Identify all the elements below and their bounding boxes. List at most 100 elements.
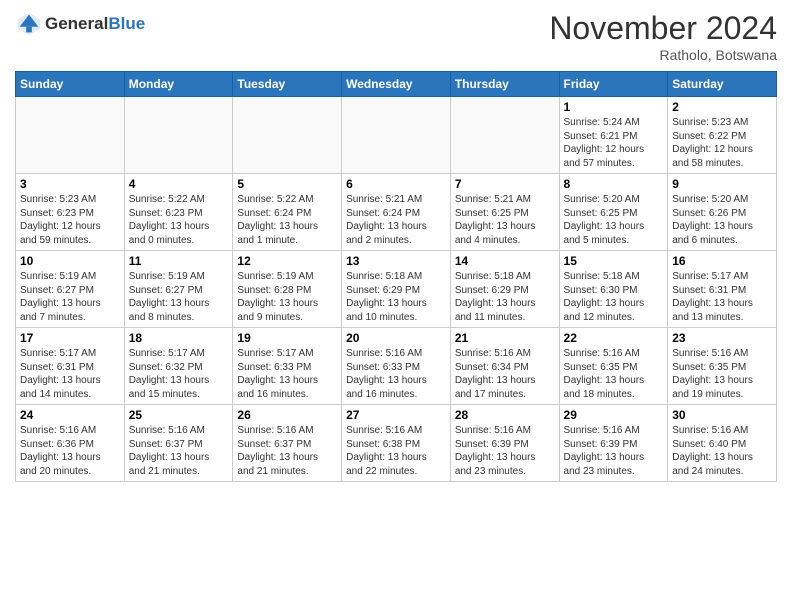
day-info: Sunrise: 5:24 AMSunset: 6:21 PMDaylight:… (564, 116, 664, 170)
day-number: 2 (672, 100, 772, 114)
day-number: 7 (455, 177, 555, 191)
logo-blue: Blue (108, 14, 145, 33)
day-number: 11 (129, 254, 229, 268)
calendar-cell: 14 Sunrise: 5:18 AMSunset: 6:29 PMDayligh… (450, 251, 559, 328)
day-number: 12 (237, 254, 337, 268)
day-info: Sunrise: 5:19 AMSunset: 6:27 PMDaylight:… (20, 270, 120, 324)
calendar-cell: 9Sunrise: 5:20 AMSunset: 6:26 PMDaylight… (668, 174, 777, 251)
day-number: 15 (564, 254, 664, 268)
calendar-cell: 6 Sunrise: 5:21 AMSunset: 6:24 PMDaylight… (342, 174, 451, 251)
calendar-cell: 22Sunrise: 5:16 AMSunset: 6:35 PMDayligh… (559, 328, 668, 405)
calendar-cell (124, 97, 233, 174)
day-info: Sunrise: 5:18 AMSunset: 6:29 PMDaylight:… (455, 270, 555, 324)
calendar-cell: 1 Sunrise: 5:24 AMSunset: 6:21 PMDaylight… (559, 97, 668, 174)
day-info: Sunrise: 5:19 AMSunset: 6:27 PMDaylight:… (129, 270, 229, 324)
calendar-cell: 13 Sunrise: 5:18 AMSunset: 6:29 PMDayligh… (342, 251, 451, 328)
day-info: Sunrise: 5:16 AMSunset: 6:35 PMDaylight:… (564, 347, 664, 401)
day-info: Sunrise: 5:16 AMSunset: 6:33 PMDaylight:… (346, 347, 446, 401)
week-row-4: 17 Sunrise: 5:17 AMSunset: 6:31 PMDayligh… (16, 328, 777, 405)
calendar-cell: 16Sunrise: 5:17 AMSunset: 6:31 PMDayligh… (668, 251, 777, 328)
header: GeneralBlue November 2024 Ratholo, Botsw… (15, 10, 777, 63)
calendar-cell: 28Sunrise: 5:16 AMSunset: 6:39 PMDayligh… (450, 405, 559, 482)
day-number: 26 (237, 408, 337, 422)
day-number: 13 (346, 254, 446, 268)
day-number: 17 (20, 331, 120, 345)
calendar-cell (450, 97, 559, 174)
weekday-header-monday: Monday (124, 72, 233, 97)
calendar-cell: 25Sunrise: 5:16 AMSunset: 6:37 PMDayligh… (124, 405, 233, 482)
calendar-cell: 11 Sunrise: 5:19 AMSunset: 6:27 PMDayligh… (124, 251, 233, 328)
calendar-cell: 10 Sunrise: 5:19 AMSunset: 6:27 PMDayligh… (16, 251, 125, 328)
day-number: 6 (346, 177, 446, 191)
day-info: Sunrise: 5:22 AMSunset: 6:24 PMDaylight:… (237, 193, 337, 247)
day-number: 28 (455, 408, 555, 422)
day-number: 20 (346, 331, 446, 345)
calendar-cell (16, 97, 125, 174)
calendar-cell: 26Sunrise: 5:16 AMSunset: 6:37 PMDayligh… (233, 405, 342, 482)
calendar-cell: 23Sunrise: 5:16 AMSunset: 6:35 PMDayligh… (668, 328, 777, 405)
day-number: 3 (20, 177, 120, 191)
week-row-2: 3 Sunrise: 5:23 AMSunset: 6:23 PMDaylight… (16, 174, 777, 251)
week-row-1: 1 Sunrise: 5:24 AMSunset: 6:21 PMDaylight… (16, 97, 777, 174)
title-section: November 2024 Ratholo, Botswana (549, 10, 777, 63)
calendar-cell: 17 Sunrise: 5:17 AMSunset: 6:31 PMDayligh… (16, 328, 125, 405)
day-number: 14 (455, 254, 555, 268)
logo: GeneralBlue (15, 10, 145, 38)
day-number: 19 (237, 331, 337, 345)
day-number: 10 (20, 254, 120, 268)
day-info: Sunrise: 5:17 AMSunset: 6:31 PMDaylight:… (672, 270, 772, 324)
day-info: Sunrise: 5:21 AMSunset: 6:25 PMDaylight:… (455, 193, 555, 247)
day-number: 25 (129, 408, 229, 422)
day-info: Sunrise: 5:18 AMSunset: 6:30 PMDaylight:… (564, 270, 664, 324)
weekday-header-tuesday: Tuesday (233, 72, 342, 97)
day-info: Sunrise: 5:16 AMSunset: 6:36 PMDaylight:… (20, 424, 120, 478)
day-info: Sunrise: 5:20 AMSunset: 6:25 PMDaylight:… (564, 193, 664, 247)
day-info: Sunrise: 5:16 AMSunset: 6:34 PMDaylight:… (455, 347, 555, 401)
calendar-page: GeneralBlue November 2024 Ratholo, Botsw… (0, 0, 792, 612)
calendar-cell: 29Sunrise: 5:16 AMSunset: 6:39 PMDayligh… (559, 405, 668, 482)
day-info: Sunrise: 5:17 AMSunset: 6:32 PMDaylight:… (129, 347, 229, 401)
day-info: Sunrise: 5:21 AMSunset: 6:24 PMDaylight:… (346, 193, 446, 247)
day-info: Sunrise: 5:23 AMSunset: 6:22 PMDaylight:… (672, 116, 772, 170)
day-number: 18 (129, 331, 229, 345)
day-info: Sunrise: 5:16 AMSunset: 6:40 PMDaylight:… (672, 424, 772, 478)
calendar-cell: 15 Sunrise: 5:18 AMSunset: 6:30 PMDayligh… (559, 251, 668, 328)
week-row-5: 24 Sunrise: 5:16 AMSunset: 6:36 PMDayligh… (16, 405, 777, 482)
logo-general: General (45, 14, 108, 33)
calendar-cell: 3 Sunrise: 5:23 AMSunset: 6:23 PMDaylight… (16, 174, 125, 251)
calendar-cell: 12 Sunrise: 5:19 AMSunset: 6:28 PMDayligh… (233, 251, 342, 328)
day-info: Sunrise: 5:17 AMSunset: 6:33 PMDaylight:… (237, 347, 337, 401)
calendar-cell: 27 Sunrise: 5:16 AMSunset: 6:38 PMDayligh… (342, 405, 451, 482)
day-info: Sunrise: 5:18 AMSunset: 6:29 PMDaylight:… (346, 270, 446, 324)
day-number: 30 (672, 408, 772, 422)
calendar-cell: 19 Sunrise: 5:17 AMSunset: 6:33 PMDayligh… (233, 328, 342, 405)
day-info: Sunrise: 5:22 AMSunset: 6:23 PMDaylight:… (129, 193, 229, 247)
day-number: 9 (672, 177, 772, 191)
weekday-header-thursday: Thursday (450, 72, 559, 97)
day-info: Sunrise: 5:16 AMSunset: 6:38 PMDaylight:… (346, 424, 446, 478)
logo-icon (15, 10, 43, 38)
weekday-header-wednesday: Wednesday (342, 72, 451, 97)
day-info: Sunrise: 5:23 AMSunset: 6:23 PMDaylight:… (20, 193, 120, 247)
day-number: 24 (20, 408, 120, 422)
calendar-table: SundayMondayTuesdayWednesdayThursdayFrid… (15, 71, 777, 482)
calendar-cell: 2 Sunrise: 5:23 AMSunset: 6:22 PMDaylight… (668, 97, 777, 174)
weekday-header-row: SundayMondayTuesdayWednesdayThursdayFrid… (16, 72, 777, 97)
calendar-cell (342, 97, 451, 174)
calendar-cell (233, 97, 342, 174)
calendar-cell: 7 Sunrise: 5:21 AMSunset: 6:25 PMDaylight… (450, 174, 559, 251)
calendar-cell: 5Sunrise: 5:22 AMSunset: 6:24 PMDaylight… (233, 174, 342, 251)
month-title: November 2024 (549, 10, 777, 47)
day-number: 1 (564, 100, 664, 114)
location: Ratholo, Botswana (549, 47, 777, 63)
day-info: Sunrise: 5:17 AMSunset: 6:31 PMDaylight:… (20, 347, 120, 401)
calendar-cell: 20 Sunrise: 5:16 AMSunset: 6:33 PMDayligh… (342, 328, 451, 405)
day-number: 27 (346, 408, 446, 422)
day-number: 8 (564, 177, 664, 191)
day-number: 21 (455, 331, 555, 345)
calendar-body: 1 Sunrise: 5:24 AMSunset: 6:21 PMDaylight… (16, 97, 777, 482)
calendar-cell: 30 Sunrise: 5:16 AMSunset: 6:40 PMDayligh… (668, 405, 777, 482)
weekday-header-sunday: Sunday (16, 72, 125, 97)
day-info: Sunrise: 5:16 AMSunset: 6:35 PMDaylight:… (672, 347, 772, 401)
day-info: Sunrise: 5:19 AMSunset: 6:28 PMDaylight:… (237, 270, 337, 324)
